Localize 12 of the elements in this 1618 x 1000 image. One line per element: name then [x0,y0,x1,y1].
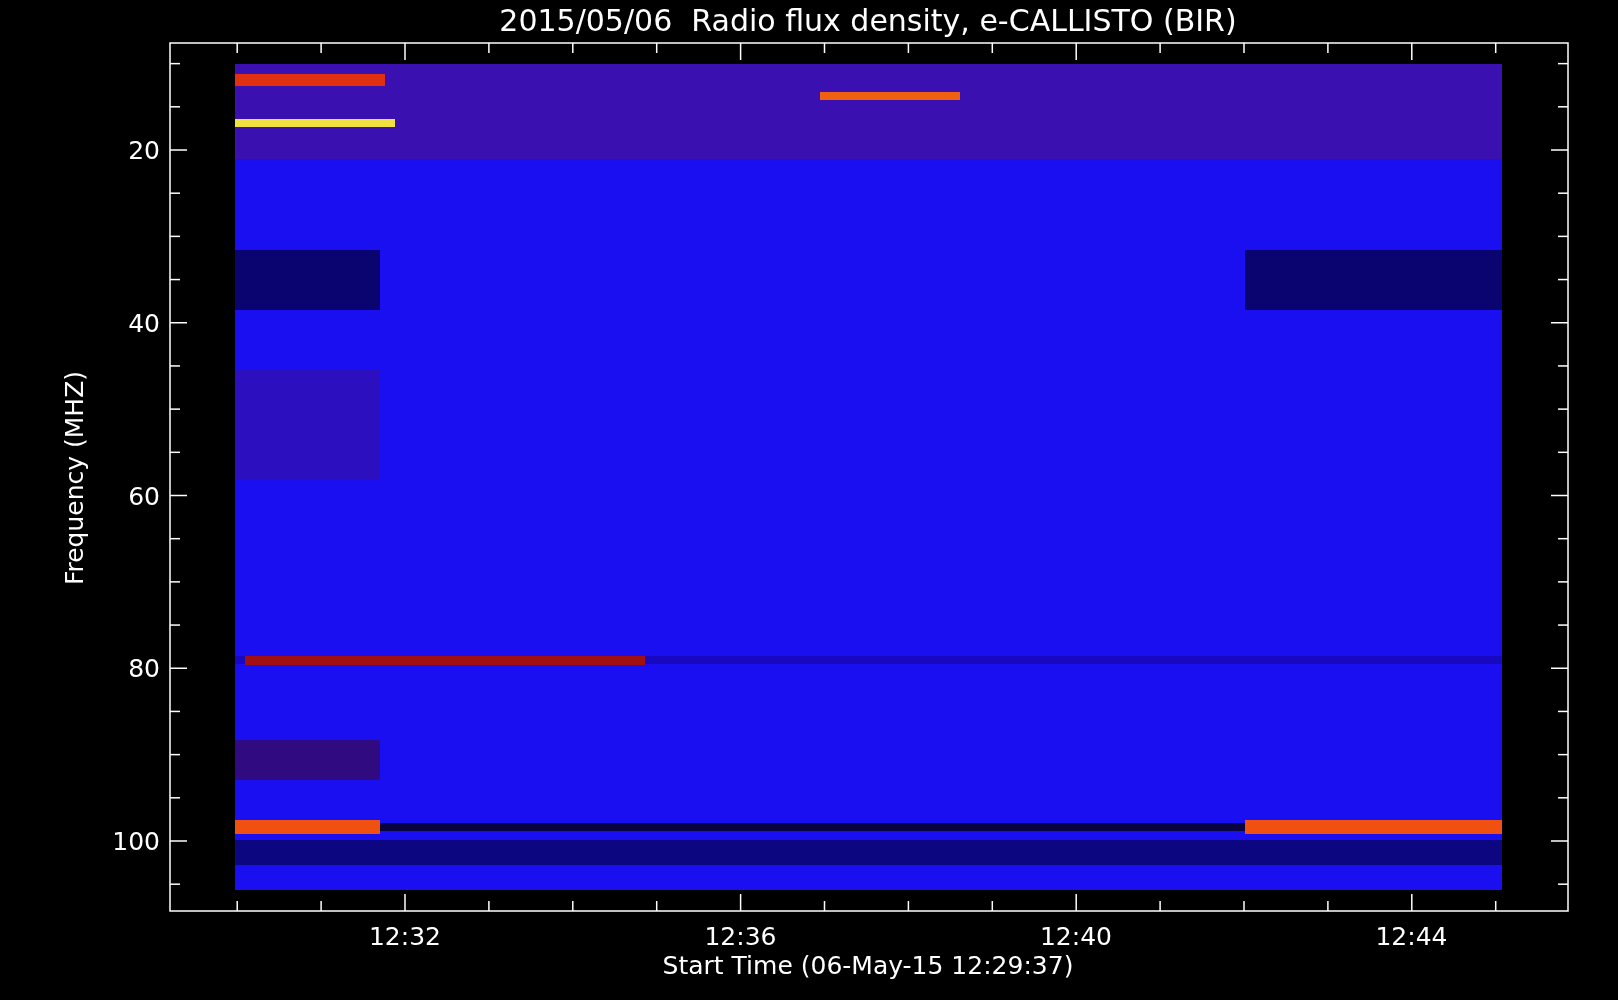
y-tick-label: 100 [112,827,160,856]
x-tick-label: 12:40 [1040,922,1112,951]
x-tick-label: 12:32 [369,922,441,951]
y-tick-label: 40 [128,308,160,338]
x-tick-label: 12:44 [1375,922,1448,951]
x-tick-label: 12:36 [704,922,777,951]
y-tick-label: 20 [128,136,160,165]
y-tick-label: 80 [128,654,160,684]
chart-title: 2015/05/06 Radio flux density, e-CALLISTO (BIR) [499,3,1237,38]
y-tick-label: 60 [128,481,160,511]
x-axis-label: Start Time (06-May-15 12:29:37) [662,951,1074,980]
y-axis-label: Frequency (MHZ) [60,370,89,586]
